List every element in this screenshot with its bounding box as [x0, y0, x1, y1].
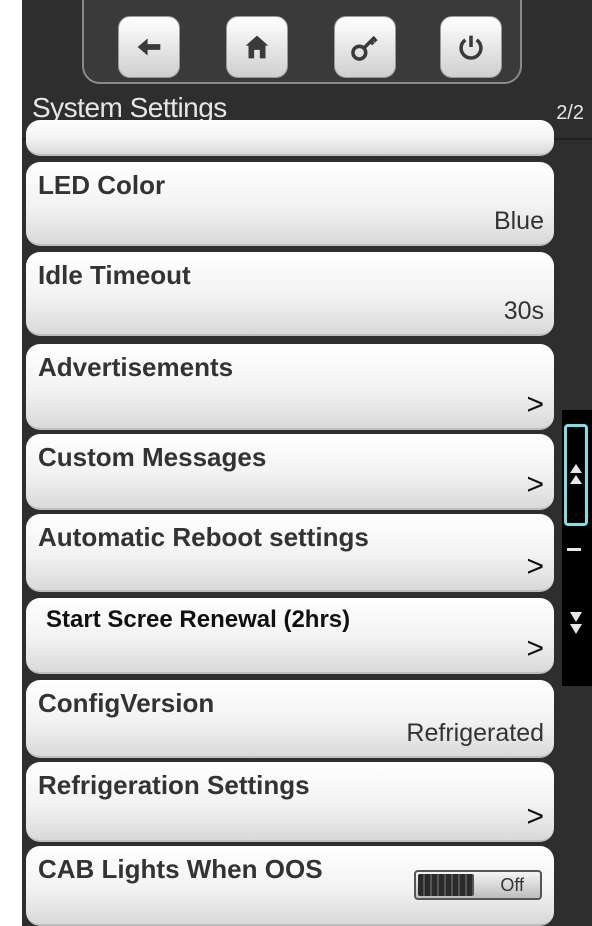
home-icon — [245, 35, 269, 59]
chevron-right-icon: > — [526, 388, 544, 421]
setting-label: Refrigeration Settings — [38, 770, 310, 800]
left-margin — [0, 0, 22, 926]
setting-label: Automatic Reboot settings — [38, 522, 369, 552]
power-icon — [459, 35, 483, 60]
toggle-state-label: Off — [500, 875, 524, 895]
setting-value: Blue — [493, 207, 544, 235]
setting-refrigeration[interactable]: Refrigeration Settings > — [26, 762, 554, 842]
key-icon — [351, 35, 378, 61]
setting-screen-renewal[interactable]: Start Scree Renewal (2hrs) > — [26, 598, 554, 674]
setting-label: ConfigVersion — [38, 688, 215, 718]
setting-value: 30s — [503, 297, 544, 325]
chevron-right-icon: > — [526, 632, 544, 665]
setting-custom-messages[interactable]: Custom Messages > — [26, 434, 554, 510]
scrollbar[interactable] — [562, 410, 592, 686]
key-button[interactable] — [334, 16, 396, 78]
chevron-right-icon: > — [526, 800, 544, 833]
power-button[interactable] — [440, 16, 502, 78]
chevron-right-icon: > — [526, 550, 544, 583]
double-chevron-down-icon[interactable] — [566, 606, 586, 646]
list-item-partial[interactable] — [26, 120, 554, 156]
settings-screen: System Settings 2/2 LED Color Blue Idle … — [22, 0, 592, 926]
home-button[interactable] — [226, 16, 288, 78]
setting-idle-timeout[interactable]: Idle Timeout 30s — [26, 252, 554, 336]
page-indicator: 2/2 — [556, 102, 584, 124]
setting-label: Advertisements — [38, 352, 234, 382]
setting-cab-lights-oos[interactable]: CAB Lights When OOS Off — [26, 846, 554, 926]
back-arrow-icon — [137, 38, 161, 56]
setting-led-color[interactable]: LED Color Blue — [26, 162, 554, 246]
double-chevron-up-icon — [570, 464, 582, 484]
setting-advertisements[interactable]: Advertisements > — [26, 344, 554, 430]
setting-config-version[interactable]: ConfigVersion Refrigerated — [26, 680, 554, 758]
oos-toggle-switch[interactable]: Off — [414, 870, 542, 900]
chevron-right-icon: > — [526, 468, 544, 501]
setting-value: Refrigerated — [406, 719, 544, 747]
setting-label: LED Color — [38, 170, 166, 200]
setting-label: Custom Messages — [38, 442, 267, 472]
top-toolbar — [82, 0, 522, 84]
back-button[interactable] — [118, 16, 180, 78]
setting-label: Idle Timeout — [38, 260, 191, 290]
toggle-knob — [418, 874, 474, 896]
setting-label: Start Scree Renewal (2hrs) — [46, 606, 351, 633]
setting-automatic-reboot[interactable]: Automatic Reboot settings > — [26, 514, 554, 592]
scroll-thumb[interactable] — [567, 548, 581, 551]
setting-label: CAB Lights When OOS — [38, 854, 323, 884]
scroll-up-button[interactable] — [564, 424, 588, 526]
